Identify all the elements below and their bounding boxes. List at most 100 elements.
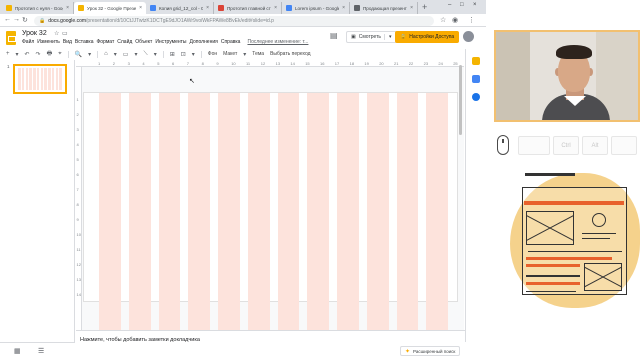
back-icon[interactable]: ← [4, 16, 11, 23]
toolbar-divider [97, 50, 99, 58]
ruler-tick-label: 5 [76, 157, 79, 162]
zoom-icon[interactable]: 🔍 [73, 51, 84, 58]
paint-format-icon[interactable]: ⌖ [56, 51, 63, 58]
select-icon[interactable]: ⌂ [102, 51, 110, 57]
bookmark-star-icon[interactable]: ☆ [440, 16, 446, 24]
close-icon[interactable]: × [206, 5, 209, 11]
new-slide-icon[interactable]: + [4, 51, 12, 57]
menu-addons[interactable]: Дополнения [190, 39, 218, 45]
tasks-icon[interactable] [472, 75, 480, 83]
redo-icon[interactable]: ↷ [34, 51, 43, 58]
page-icon [354, 5, 360, 11]
ruler-tick-label: 21 [394, 60, 399, 66]
menu-file[interactable]: Файл [22, 39, 34, 45]
wireframe-text-line [582, 238, 610, 239]
wireframe-accent-bar [526, 257, 612, 260]
column-grid [99, 93, 448, 330]
scrollbar[interactable] [459, 65, 462, 135]
theme-button[interactable]: Тема [250, 51, 266, 57]
tab-5[interactable]: Lorem ipsum - Google Д × [282, 2, 350, 14]
sheets-icon [150, 5, 156, 11]
menu-icon[interactable]: ⋮ [468, 16, 475, 24]
calendar-icon[interactable] [472, 93, 480, 101]
chevron-down-icon[interactable]: ▾ [132, 51, 139, 58]
ruler-tick-label: 19 [364, 60, 369, 66]
profile-icon[interactable]: ◉ [452, 16, 458, 24]
avatar[interactable] [463, 31, 474, 42]
webcam-video [494, 30, 640, 122]
ruler-tick-label: 9 [76, 217, 79, 222]
grid-column [426, 93, 448, 330]
wireframe-accent-bar [526, 282, 580, 285]
close-icon[interactable]: × [139, 5, 142, 11]
tab-title: Прототип главной стр [227, 5, 272, 11]
tab-4[interactable]: Прототип главной стр × [214, 2, 282, 14]
last-edit-link[interactable]: Последнее изменение: т... [247, 39, 308, 45]
chevron-down-icon[interactable]: ▾ [384, 34, 392, 40]
menu-edit[interactable]: Изменить [37, 39, 60, 45]
close-icon[interactable]: × [274, 5, 277, 11]
close-icon[interactable]: × [66, 5, 69, 11]
chevron-down-icon[interactable]: ▾ [152, 51, 159, 58]
key-ctrl: Ctrl [553, 136, 579, 155]
folder-icon[interactable]: ▭ [62, 30, 68, 37]
chevron-down-icon[interactable]: ▾ [86, 51, 93, 58]
keep-icon[interactable] [472, 57, 480, 65]
explore-label: Расширенный поиск [413, 348, 456, 354]
slides-logo-icon[interactable] [6, 31, 16, 45]
tab-3[interactable]: Копия grid_12_col - Goo × [146, 2, 214, 14]
slide-thumbnail[interactable] [13, 64, 67, 94]
layout-button[interactable]: Макет [221, 51, 239, 57]
window-close-button[interactable]: × [473, 2, 477, 8]
chevron-down-icon[interactable]: ▾ [190, 51, 197, 58]
share-button[interactable]: 🔒 Настройки Доступа [395, 31, 460, 43]
menu-help[interactable]: Справка [221, 39, 241, 45]
list-view-icon[interactable]: ☰ [38, 347, 44, 355]
explore-button[interactable]: ✦ Расширенный поиск [400, 346, 461, 356]
undo-icon[interactable]: ↶ [23, 51, 32, 58]
tab-1[interactable]: Прототип с нуля - Goog × [2, 2, 74, 14]
menu-slide[interactable]: Слайд [117, 39, 132, 45]
ruler-tick-label: 8 [76, 202, 79, 207]
document-title[interactable]: Урок 32 [22, 30, 47, 37]
image-icon[interactable]: ⊡ [179, 51, 188, 58]
chevron-down-icon[interactable]: ▾ [14, 51, 21, 58]
grid-column [247, 93, 270, 330]
ruler-tick-label: 3 [127, 60, 130, 66]
chevron-down-icon[interactable]: ▾ [112, 51, 119, 58]
present-button[interactable]: ▣ Смотреть ▾ [346, 31, 397, 43]
address-bar[interactable]: 🔒 docs.google.com/presentation/d/10CtJJT… [34, 15, 434, 26]
grid-column [218, 93, 240, 330]
speaker-notes[interactable]: Нажмите, чтобы добавить заметки докладчи… [76, 330, 486, 360]
close-icon[interactable]: × [342, 5, 345, 11]
line-icon[interactable]: ⟍ [141, 51, 149, 58]
close-icon[interactable]: × [410, 5, 413, 11]
menu-format[interactable]: Формат [97, 39, 115, 45]
grid-column [128, 93, 151, 330]
share-label: Настройки Доступа [409, 34, 455, 40]
menu-tools[interactable]: Инструменты [155, 39, 186, 45]
forward-icon[interactable]: → [13, 16, 20, 23]
grid-view-icon[interactable]: ▦ [14, 347, 21, 355]
menu-insert[interactable]: Вставка [75, 39, 94, 45]
minimize-button[interactable]: – [448, 2, 451, 8]
slide-canvas[interactable] [83, 92, 458, 330]
transition-button[interactable]: Выбрать переход [268, 51, 313, 57]
print-icon[interactable]: 🖶 [45, 49, 55, 59]
comment-icon[interactable]: ▤ [330, 31, 338, 40]
maximize-button[interactable]: □ [460, 2, 464, 8]
chevron-down-icon[interactable]: ▾ [241, 51, 248, 58]
tab-6[interactable]: Продающая презента × [350, 2, 418, 14]
new-tab-button[interactable]: + [422, 2, 427, 12]
background-button[interactable]: Фон [206, 51, 219, 57]
tab-2-active[interactable]: Урок 32 - Google Презен × [74, 2, 146, 14]
slide-number: 1 [7, 64, 10, 69]
star-icon[interactable]: ☆ [54, 30, 59, 37]
comment-add-icon[interactable]: ⊞ [168, 51, 177, 58]
reload-icon[interactable]: ↻ [22, 16, 28, 24]
ruler-tick-label: 13 [76, 277, 81, 282]
shape-icon[interactable]: ▭ [121, 51, 131, 58]
menu-view[interactable]: Вид [63, 39, 72, 45]
stage: Прототип с нуля - Goog × Урок 32 - Googl… [0, 0, 640, 360]
menu-object[interactable]: Объект [135, 39, 152, 45]
